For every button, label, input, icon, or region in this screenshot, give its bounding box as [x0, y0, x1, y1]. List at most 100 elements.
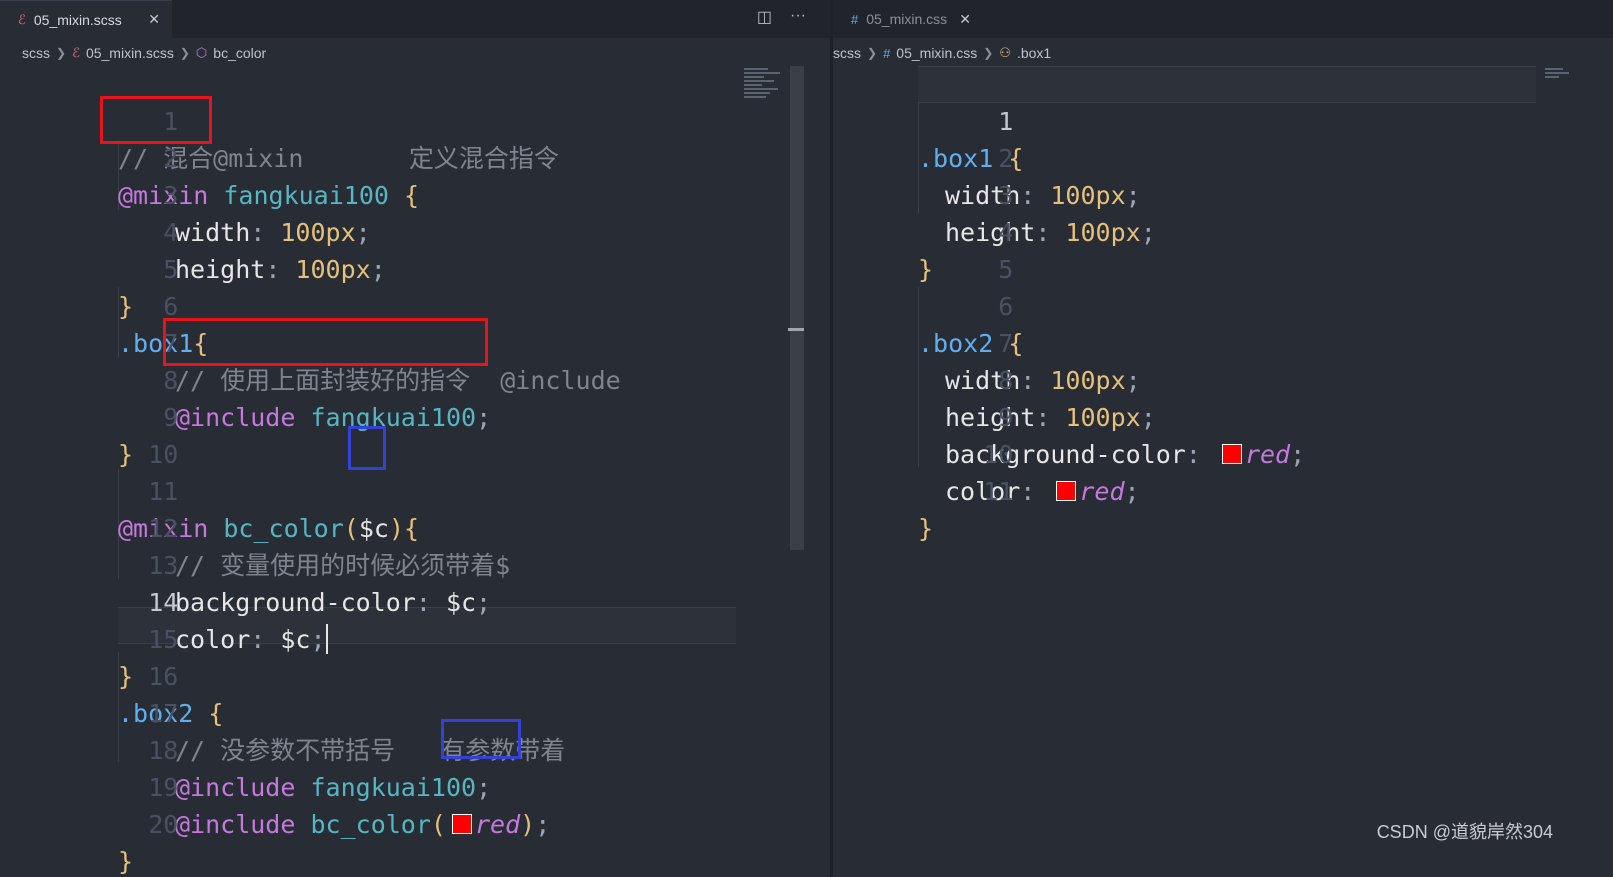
text-cursor [325, 624, 328, 654]
line-number: 11 [983, 477, 1014, 506]
minimap[interactable] [744, 66, 784, 106]
breadcrumb-symbol[interactable]: bc_color [213, 45, 266, 61]
property: height [175, 255, 266, 284]
code-line: 6 .box2 { [833, 251, 1023, 358]
scroll-position-marker [788, 328, 804, 331]
line-number: 18 [148, 736, 179, 765]
color-value: red [1079, 477, 1125, 506]
color-swatch[interactable] [1056, 481, 1077, 501]
code-line: 16 .box2 { [0, 621, 223, 728]
code-line: 2 width: 100px; [833, 103, 1141, 210]
variable: $c [280, 625, 311, 654]
line-number: 1 [998, 107, 1014, 136]
color-value: red [1244, 440, 1291, 469]
sass-file-icon: ℰ [18, 11, 26, 27]
css-file-icon: # [851, 11, 859, 27]
tab-label: 05_mixin.css [866, 11, 948, 27]
right-tab-bar: # 05_mixin.css ✕ [833, 0, 1613, 38]
tab-05-mixin-css[interactable]: # 05_mixin.css ✕ [833, 0, 983, 38]
value: 100px [1065, 403, 1141, 432]
highlight-box-include [163, 318, 488, 366]
symbol-selector-icon: ⚇ [999, 45, 1011, 60]
keyword: @include [175, 810, 296, 839]
line-number: 4 [998, 218, 1014, 247]
code-line: 8 @include fangkuai100; [0, 325, 491, 432]
code-line: 11 } [833, 436, 1013, 543]
tab-label: 05_mixin.scss [33, 11, 122, 28]
line-number: 6 [998, 292, 1014, 321]
code-line: 9 background-color: red; [833, 362, 1305, 469]
color-value: red [474, 810, 521, 839]
code-editor[interactable]: 1 // 混合@mixin 定义混合指令 2 @mixin fangkuai10… [0, 66, 830, 877]
code-line: 9 } [0, 362, 178, 469]
mixin-name: fangkuai100 [223, 181, 389, 210]
value: 100px [280, 218, 356, 247]
code-line: 1 .box1 { [833, 66, 1023, 173]
watermark: CSDN @道貌岸然304 [1376, 822, 1553, 842]
line-number: 13 [148, 551, 179, 580]
code-line: 3 width: 100px; [0, 140, 370, 247]
value: 100px [295, 255, 371, 284]
breadcrumb-file[interactable]: 05_mixin.css [896, 45, 977, 61]
code-line: 6 .box1{ [0, 251, 208, 358]
vertical-scrollbar[interactable] [790, 66, 804, 550]
code-line: 18 @include fangkuai100; [0, 695, 491, 802]
color-swatch[interactable] [1221, 444, 1242, 464]
mixin-name: bc_color [310, 810, 431, 839]
highlight-box-param [348, 426, 386, 470]
chevron-right-icon: ❯ [983, 46, 994, 60]
breadcrumb: scss ❯ # 05_mixin.css ❯ ⚇ .box1 [833, 40, 1613, 66]
code-line: 7 width: 100px; [833, 288, 1141, 395]
brace: { [208, 699, 224, 728]
more-actions-icon[interactable]: ··· [790, 7, 806, 27]
comment: // 变量使用的时候必须带着$ [175, 551, 511, 580]
value: 100px [1050, 181, 1126, 210]
code-line: 10 color: red; [833, 399, 1140, 506]
mixin-name: fangkuai100 [310, 773, 477, 802]
code-line: 17 // 没参数不带括号 有参数带着 [0, 658, 565, 765]
code-text: height: 100px; [175, 255, 386, 284]
tab-05-mixin-scss[interactable]: ℰ 05_mixin.scss ✕ [0, 0, 172, 38]
breadcrumb-folder[interactable]: scss [833, 45, 861, 61]
breadcrumb-file[interactable]: 05_mixin.scss [86, 45, 174, 61]
code-text: @include fangkuai100; [175, 769, 491, 806]
minimap[interactable] [1545, 66, 1575, 80]
code-line: 5 [833, 214, 1013, 284]
code-line: 13 background-color: $c; [0, 510, 491, 617]
line-number: 15 [148, 625, 179, 654]
code-text: color: $c; [175, 624, 328, 654]
comment: // 混合@mixin 定义混合指令 [118, 144, 559, 173]
highlight-box-mixin [100, 96, 212, 144]
code-text: @include fangkuai100; [175, 399, 491, 436]
code-editor[interactable]: 1 .box1 { 2 width: 100px; 3 height: 100p… [833, 66, 1613, 877]
left-editor-pane: ℰ 05_mixin.scss ✕ ◫ ··· scss ❯ ℰ 05_mixi… [0, 0, 830, 877]
breadcrumb-folder[interactable]: scss [22, 45, 50, 61]
code-line: 4 height: 100px; [0, 177, 386, 284]
comment: // 使用上面封装好的指令 @include [175, 366, 621, 395]
semicolon: ; [476, 773, 492, 802]
line-number: 9 [163, 403, 179, 432]
chevron-right-icon: ❯ [179, 46, 190, 60]
code-line: 1 // 混合@mixin 定义混合指令 [0, 66, 559, 173]
line-number: 2 [163, 144, 179, 173]
line-number: 2 [998, 144, 1014, 173]
parameter: $c [358, 514, 389, 543]
code-line: 10 [0, 399, 178, 469]
breadcrumb-symbol[interactable]: .box1 [1017, 45, 1051, 61]
right-editor-pane: # 05_mixin.css ✕ scss ❯ # 05_mixin.css ❯… [833, 0, 1613, 877]
line-number: 14 [148, 588, 179, 617]
color-swatch[interactable] [451, 814, 472, 834]
code-line: 19 @include bc_color(red); [0, 732, 550, 839]
code-line: 15 } [0, 584, 178, 691]
close-icon[interactable]: ✕ [148, 11, 160, 28]
split-editor-icon[interactable]: ◫ [757, 7, 772, 27]
line-number: 8 [163, 366, 179, 395]
line-number: 19 [148, 773, 179, 802]
line-number: 12 [148, 514, 179, 543]
line-number: 3 [998, 181, 1014, 210]
close-icon[interactable]: ✕ [959, 11, 971, 28]
current-line-highlight [918, 66, 1536, 103]
code-line: 2 @mixin fangkuai100 { [0, 103, 419, 210]
code-line: 7 // 使用上面封装好的指令 @include [0, 288, 620, 395]
line-number: 5 [163, 255, 179, 284]
